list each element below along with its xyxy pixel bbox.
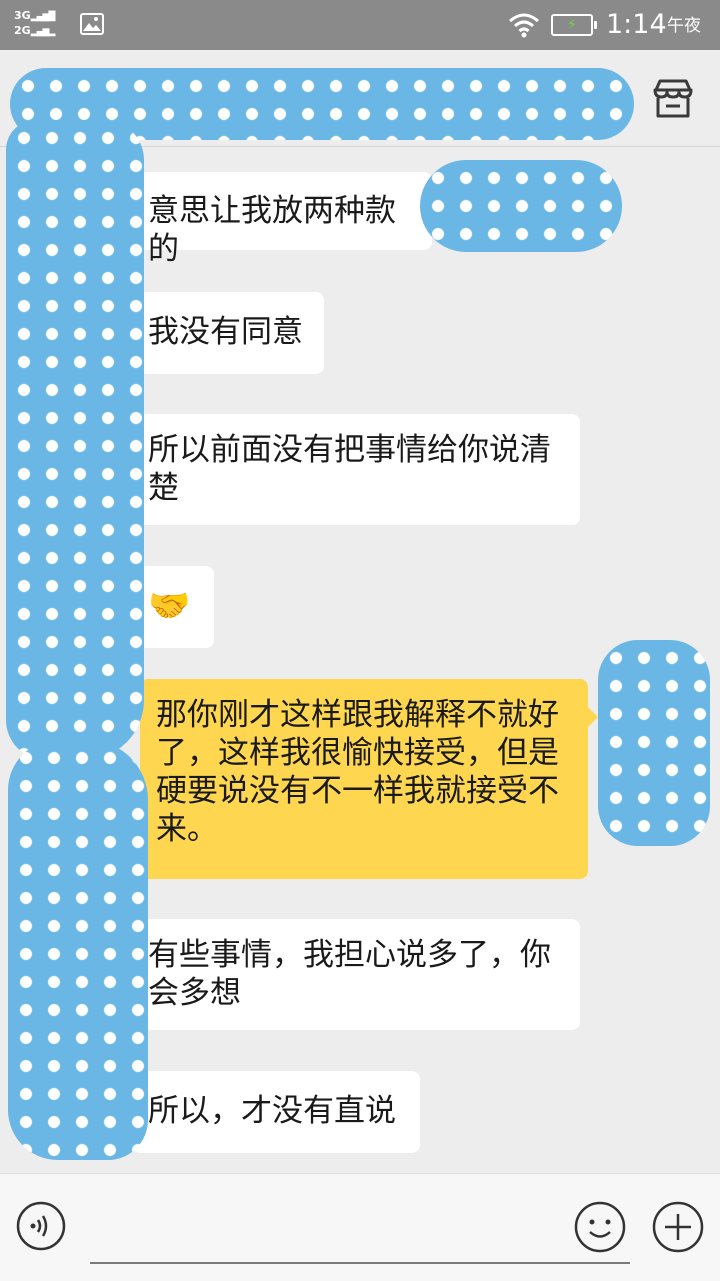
message-text: 所以，才没有直说 — [148, 1093, 396, 1129]
redaction-overlay — [598, 640, 710, 846]
redaction-overlay — [420, 160, 622, 252]
message-bubble-incoming[interactable]: 意思让我放两种款的 — [122, 172, 432, 267]
message-text: 那你刚才这样跟我解释不就好了，这样我很愉快接受，但是硬要说没有不一样我就接受不来… — [156, 697, 559, 847]
message-text: 所以前面没有把事情给你说清楚 — [148, 432, 551, 506]
emoji-icon[interactable] — [574, 1201, 626, 1253]
redaction-overlay — [8, 740, 148, 1160]
status-bar: 3G▂▄▆█ 2G▂▄▆▂ ⚡ 1:14 午夜 — [0, 0, 720, 50]
redaction-overlay — [6, 120, 144, 760]
message-text: 我没有同意 — [148, 314, 303, 350]
signal-indicator: 3G▂▄▆█ 2G▂▄▆▂ — [14, 9, 55, 37]
clock-time: 1:14 — [606, 9, 667, 40]
message-text: 意思让我放两种款的 — [148, 193, 396, 267]
wifi-icon — [509, 13, 539, 38]
message-bubble-outgoing[interactable]: 那你刚才这样跟我解释不就好了，这样我很愉快接受，但是硬要说没有不一样我就接受不来… — [140, 679, 598, 879]
message-bubble-incoming[interactable]: 有些事情，我担心说多了，你会多想 — [122, 919, 580, 1030]
message-bubble-incoming[interactable]: 🤝 — [122, 566, 214, 648]
clock-period: 午夜 — [667, 16, 701, 36]
store-icon[interactable] — [650, 76, 696, 122]
battery-icon: ⚡ — [551, 14, 597, 36]
plus-icon[interactable] — [652, 1201, 704, 1253]
gallery-icon — [80, 13, 104, 35]
message-bubble-incoming[interactable]: 所以前面没有把事情给你说清楚 — [122, 414, 580, 525]
message-text: 有些事情，我担心说多了，你会多想 — [148, 937, 551, 1011]
input-bar — [0, 1173, 720, 1281]
message-bubble-incoming[interactable]: 我没有同意 — [122, 292, 324, 374]
voice-icon[interactable] — [16, 1201, 66, 1251]
message-input[interactable] — [90, 1262, 630, 1264]
message-bubble-incoming[interactable]: 所以，才没有直说 — [122, 1071, 420, 1153]
handshake-emoji: 🤝 — [148, 586, 191, 626]
